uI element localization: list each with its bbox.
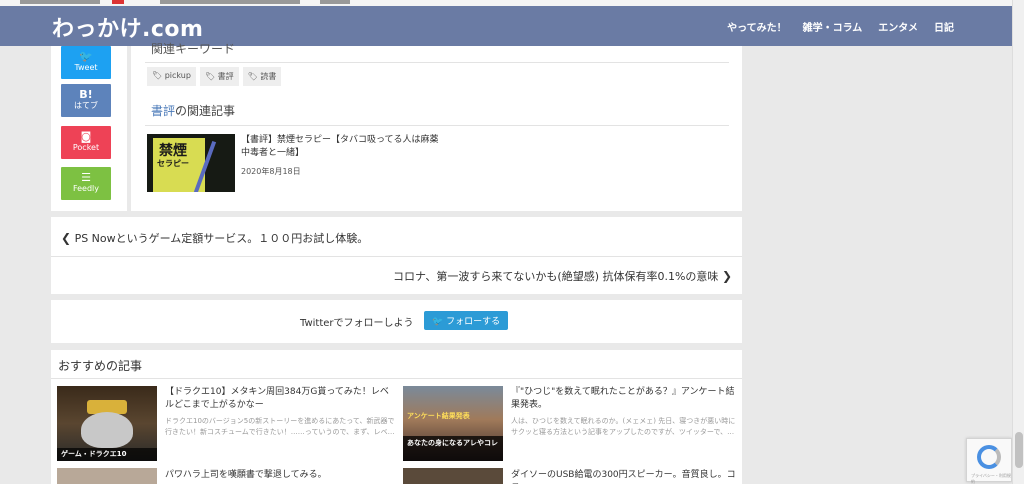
tag-dokusho[interactable]: 🏷 読書 bbox=[242, 67, 282, 86]
card-category-label: ゲーム・ドラクエ10 bbox=[57, 448, 157, 461]
tag-shohyo[interactable]: 🏷 書評 bbox=[199, 67, 239, 86]
keywords-title: 関連キーワード bbox=[151, 42, 236, 56]
twitter-follow-button[interactable]: 🐦 フォローする bbox=[424, 311, 509, 330]
card-thumbnail-dq10[interactable]: ゲーム・ドラクエ10 bbox=[57, 386, 157, 461]
related-title: 書評の関連記事 bbox=[151, 102, 235, 119]
related-thumbnail[interactable]: 禁煙 セラピー bbox=[147, 134, 235, 192]
tag-label: pickup bbox=[164, 71, 191, 80]
prev-post-link[interactable]: ❮ PS Nowというゲーム定額サービス。１００円お試し体験。 bbox=[61, 230, 368, 246]
pocket-button[interactable]: ◙ Pocket bbox=[61, 126, 111, 159]
divider bbox=[145, 62, 729, 63]
chevron-left-icon: ❮ bbox=[61, 231, 72, 245]
recommended-title: おすすめの記事 bbox=[58, 359, 143, 373]
card-excerpt: 人は、ひつじを数えて眠れるのか。(メェメェ) 先日、寝つきが悪い時にサクッと寝る… bbox=[511, 417, 736, 436]
card-thumbnail-hitsuji[interactable]: アンケート結果発表 あなたの身になるアレやコレ bbox=[403, 386, 503, 461]
tag-pickup[interactable]: 🏷 pickup bbox=[147, 67, 196, 86]
twitter-follow-box: Twitterでフォローしよう 🐦 フォローする bbox=[51, 300, 742, 343]
related-category-link[interactable]: 書評 bbox=[151, 104, 175, 118]
recaptcha-text: プライバシー・利用規約 bbox=[971, 473, 1011, 484]
hatena-icon: B! bbox=[79, 88, 93, 101]
card-excerpt: ドラクエ10のバージョン5の新ストーリーを進めるにあたって、新武器で行きたい！新… bbox=[165, 417, 395, 436]
pocket-icon: ◙ bbox=[80, 130, 92, 143]
chevron-right-icon: ❯ bbox=[721, 269, 732, 283]
follow-button-label: フォローする bbox=[446, 317, 501, 327]
tweet-button[interactable]: 🐦 Tweet bbox=[61, 46, 111, 79]
next-post-link[interactable]: コロナ、第一波すら来てないかも(絶望感) 抗体保有率0.1%の意味 ❯ bbox=[393, 268, 732, 284]
nav-item-nikki[interactable]: 日記 bbox=[934, 19, 954, 34]
feedly-label: Feedly bbox=[72, 184, 100, 193]
divider bbox=[51, 256, 742, 257]
card-title[interactable]: ダイソーのUSB給電の300円スピーカー。音質良し。コス bbox=[511, 469, 741, 484]
hatena-label: はてブ bbox=[74, 101, 98, 110]
scrollbar-thumb[interactable] bbox=[1015, 432, 1023, 468]
post-navigation: ❮ PS Nowというゲーム定額サービス。１００円お試し体験。 コロナ、第一波す… bbox=[51, 217, 742, 294]
book-title-main: 禁煙 bbox=[159, 143, 187, 159]
recaptcha-icon bbox=[977, 445, 1001, 469]
related-suffix: の関連記事 bbox=[175, 104, 236, 118]
nav-item-yattemita[interactable]: やってみた！ bbox=[727, 19, 787, 34]
card-category-label: あなたの身になるアレやコレ bbox=[403, 436, 503, 461]
prev-post-title: PS Nowというゲーム定額サービス。１００円お試し体験。 bbox=[74, 232, 369, 245]
related-article-title[interactable]: 【書評】禁煙セラピー【タバコ吸ってる人は麻薬中毒者と一緒】 bbox=[241, 134, 441, 160]
site-logo[interactable]: わっかけ.com bbox=[52, 11, 203, 43]
hatena-button[interactable]: B! はてブ bbox=[61, 84, 111, 117]
twitter-icon: 🐦 bbox=[79, 50, 93, 63]
tweet-label: Tweet bbox=[74, 63, 98, 72]
pocket-label: Pocket bbox=[72, 143, 100, 152]
twitter-icon: 🐦 bbox=[432, 317, 444, 327]
related-article-date: 2020年8月18日 bbox=[241, 167, 301, 176]
card-title[interactable]: 【ドラクエ10】メタキン周回384万G貰ってみた！レベルどこまで上がるかなー bbox=[165, 386, 395, 412]
card-title[interactable]: 『"ひつじ"を数えて眠れたことがある？』アンケート結果発表。 bbox=[511, 386, 741, 412]
tag-label: 書評 bbox=[217, 72, 234, 81]
feedly-button[interactable]: ☰ Feedly bbox=[61, 167, 111, 200]
card-thumbnail-pawahara[interactable] bbox=[57, 468, 157, 484]
divider bbox=[145, 125, 729, 126]
tag-label: 読書 bbox=[260, 72, 277, 81]
card-image-caption: アンケート結果発表 bbox=[407, 412, 470, 420]
book-title-sub: セラピー bbox=[157, 159, 189, 168]
tag-list: 🏷 pickup 🏷 書評 🏷 読書 bbox=[147, 67, 282, 86]
nav-item-entame[interactable]: エンタメ bbox=[878, 19, 918, 34]
follow-text: Twitterでフォローしよう bbox=[300, 318, 414, 329]
metal-king-graphic bbox=[81, 412, 133, 448]
recaptcha-badge[interactable]: プライバシー・利用規約 bbox=[966, 438, 1012, 484]
main-nav: やってみた！ 雑学・コラム エンタメ 日記 bbox=[727, 19, 954, 34]
article-footer: 関連キーワード 🏷 pickup 🏷 書評 🏷 読書 書評の関連記事 禁煙 セラ… bbox=[131, 42, 742, 211]
nav-item-zatsugaku[interactable]: 雑学・コラム bbox=[803, 19, 863, 34]
feedly-icon: ☰ bbox=[81, 171, 91, 184]
next-post-title: コロナ、第一波すら来てないかも(絶望感) 抗体保有率0.1%の意味 bbox=[392, 270, 719, 283]
card-thumbnail-daiso[interactable] bbox=[403, 468, 503, 484]
share-buttons: 🐦 Tweet B! はてブ ◙ Pocket ☰ Feedly bbox=[51, 46, 127, 211]
recommended-articles: おすすめの記事 ゲーム・ドラクエ10 【ドラクエ10】メタキン周回384万G貰っ… bbox=[51, 350, 742, 484]
page-scrollbar[interactable] bbox=[1012, 0, 1024, 484]
divider bbox=[51, 378, 742, 379]
card-title[interactable]: パワハラ上司を嘆願書で撃退してみる。 bbox=[165, 469, 395, 482]
